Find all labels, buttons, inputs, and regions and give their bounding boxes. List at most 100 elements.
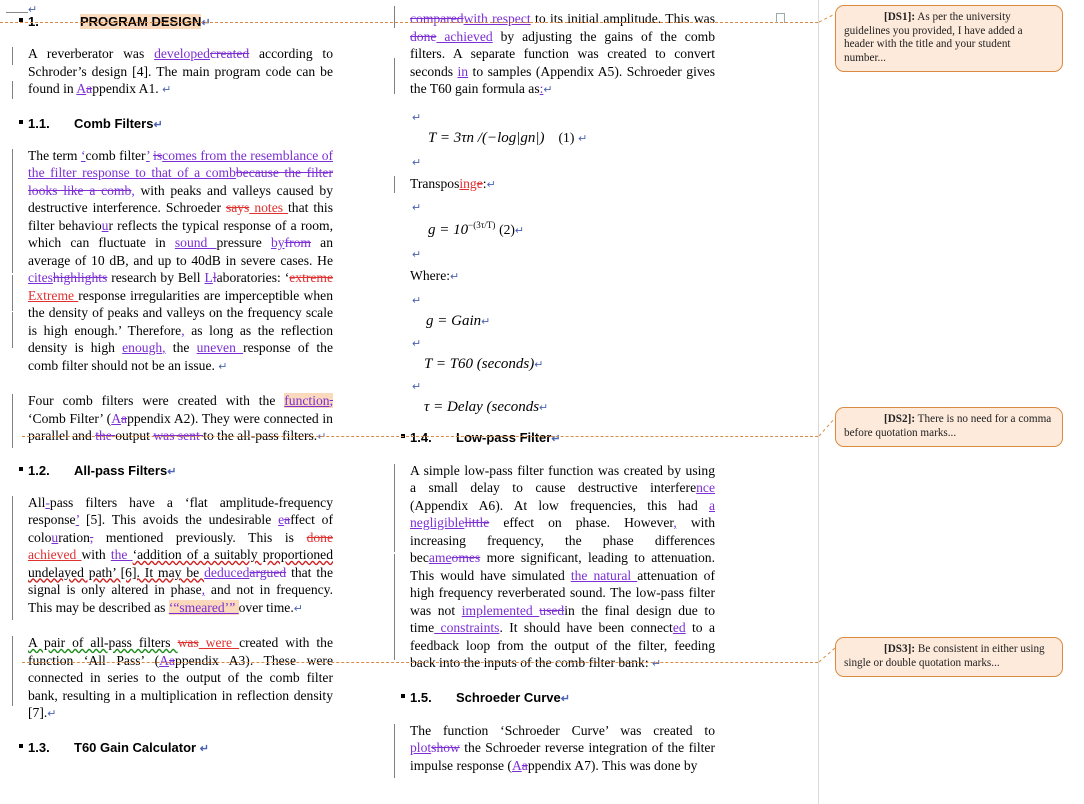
text-run: ppendix A7). This was done by: [527, 757, 698, 773]
insertion: ame: [428, 550, 452, 565]
heading-number: 1.5.: [410, 689, 432, 705]
heading-low-pass-filter: 1.4. Low-pass Filter↵: [401, 429, 715, 445]
variable-definition: g = Gain: [426, 312, 482, 329]
document-page: ↵ 1. PROGRAM DESIGN↵ A reverberator was d…: [0, 0, 1084, 804]
text-run: ration: [58, 529, 90, 545]
comment-anchor-ds1: [776, 13, 785, 23]
insertion: ed: [672, 620, 686, 635]
text-run: The term: [28, 147, 81, 163]
heading-bullet-icon: [19, 743, 23, 748]
comment-text: There is no need for a comma before quot…: [844, 413, 1052, 439]
insertion: A: [159, 652, 169, 668]
comment-tag: [DS3]:: [884, 643, 916, 655]
text-run: [5]. This avoids the undesirable: [79, 512, 279, 527]
deletion: little: [464, 515, 490, 530]
equation-base: g = 10: [428, 222, 469, 238]
insertion: A: [76, 81, 87, 96]
variable-g: g = Gain↵: [426, 312, 491, 329]
text-run: aboratories: ‘: [216, 270, 290, 285]
insertion: ing: [459, 175, 477, 191]
insertion: nce: [696, 480, 715, 495]
heading-title: Comb Filters: [74, 115, 154, 131]
paragraph-low-pass-description: A simple low-pass filter function was cr…: [394, 462, 715, 674]
variable-definition: T = T60 (seconds): [424, 355, 535, 372]
heading-title: T60 Gain Calculator: [74, 739, 200, 755]
deletion: highlights: [52, 270, 108, 285]
heading-number: 1.1.: [28, 115, 50, 131]
insertion: with respect: [463, 11, 531, 26]
equation-exponent: −(3τ/T): [468, 220, 496, 230]
heading-t60-gain-calculator: 1.3. T60 Gain Calculator ↵: [19, 739, 333, 755]
insertion: by: [270, 235, 285, 250]
deletion: says: [225, 200, 250, 215]
text-run: A pair of all-pass filters: [28, 635, 178, 650]
deletion: used: [539, 602, 565, 618]
text-run: over time.: [238, 599, 294, 615]
paragraph-four-comb-filters: Four comb filters were created with the …: [12, 392, 333, 448]
insertion: in: [457, 63, 469, 79]
deletion: from: [284, 235, 311, 250]
comment-balloon-ds2[interactable]: [DS2]: There is no need for a comma befo…: [835, 407, 1063, 448]
variable-definition: τ = Delay (seconds: [424, 398, 540, 415]
deletion: created: [209, 46, 250, 61]
text-run: comb filter: [85, 147, 147, 163]
insertion: enough: [122, 340, 163, 355]
insertion: deduced: [204, 564, 250, 580]
equation-number: (1): [558, 129, 575, 145]
text-run: The function ‘Schroeder Curve’ was creat…: [410, 722, 715, 738]
insertion: achieved: [436, 28, 493, 44]
deletion: omes: [451, 550, 481, 565]
paragraph-transposing: Transposinge:↵: [394, 175, 715, 195]
heading-number: 1.2.: [28, 462, 50, 478]
document-text-area: ↵ 1. PROGRAM DESIGN↵ A reverberator was d…: [0, 0, 818, 804]
text-run: A simple low-pass filter function was cr…: [410, 462, 715, 496]
text-run: (Appendix A6). At low frequencies, this …: [410, 497, 709, 513]
deletion: compared: [410, 11, 464, 26]
heading-title: All-pass Filters: [74, 462, 168, 478]
heading-number: 1.3.: [28, 739, 50, 755]
highlighted-quote: ‘“smeared’”: [168, 599, 239, 615]
heading-bullet-icon: [19, 466, 23, 471]
comment-connector-ds1: [0, 22, 818, 23]
comment-text: Be consistent in either using single or …: [844, 643, 1045, 669]
equation-number: (2): [499, 222, 515, 237]
text-run: research by Bell: [107, 270, 205, 285]
deletion: done: [306, 529, 333, 545]
comment-margin-area: [DS1]: As per the university guidelines …: [818, 0, 1084, 804]
equation-2: g = 10−(3τ/T) (2)↵: [428, 220, 525, 238]
deletion: extreme: [289, 270, 334, 285]
text-run: with: [81, 547, 111, 562]
paragraph-schroeder-curve-description: The function ‘Schroeder Curve’ was creat…: [394, 722, 715, 778]
comment-balloon-ds3[interactable]: [DS3]: Be consistent in either using sin…: [835, 637, 1063, 678]
insertion: plot: [410, 740, 432, 755]
insertion-highlighted: function: [284, 393, 330, 408]
paragraph-gain-formula-intro: comparedwith respect to its initial ampl…: [394, 6, 715, 100]
where-label: Where:: [410, 268, 450, 283]
paragraph-all-pass-description: All-pass filters have a ‘flat amplitude-…: [12, 494, 333, 620]
deletion: is: [153, 147, 163, 163]
text-run: pressure: [216, 235, 271, 250]
insertion: achieved: [28, 547, 82, 562]
heading-schroeder-curve: 1.5. Schroeder Curve↵: [401, 689, 715, 705]
insertion: the: [110, 547, 133, 562]
insertion: Extreme: [28, 287, 79, 303]
deletion: argued: [249, 564, 287, 580]
heading-title: Low-pass Filter: [456, 429, 552, 445]
heading-bullet-icon: [401, 693, 405, 698]
text-run: Transpos: [410, 175, 460, 191]
insertion: A: [511, 757, 522, 773]
text-run: Four comb filters were created with the: [28, 393, 285, 408]
text-run: . It should have been connect: [499, 620, 673, 635]
text-run: to its initial amplitude. This was: [530, 11, 715, 26]
text-run: ppendix A1.: [92, 81, 163, 96]
comment-connector-ds3: [22, 662, 818, 663]
heading-bullet-icon: [19, 119, 23, 124]
text-run: mentioned previously. This is: [93, 529, 307, 545]
text-run: effect on phase. However: [489, 515, 674, 530]
comment-balloon-ds1[interactable]: [DS1]: As per the university guidelines …: [835, 5, 1063, 73]
heading-number: 1.4.: [410, 429, 432, 445]
insertion: notes: [249, 200, 288, 215]
paragraph-where-label: Where:↵: [410, 268, 460, 283]
comment-tag: [DS2]:: [884, 413, 916, 425]
heading-comb-filters: 1.1. Comb Filters↵: [19, 115, 333, 131]
